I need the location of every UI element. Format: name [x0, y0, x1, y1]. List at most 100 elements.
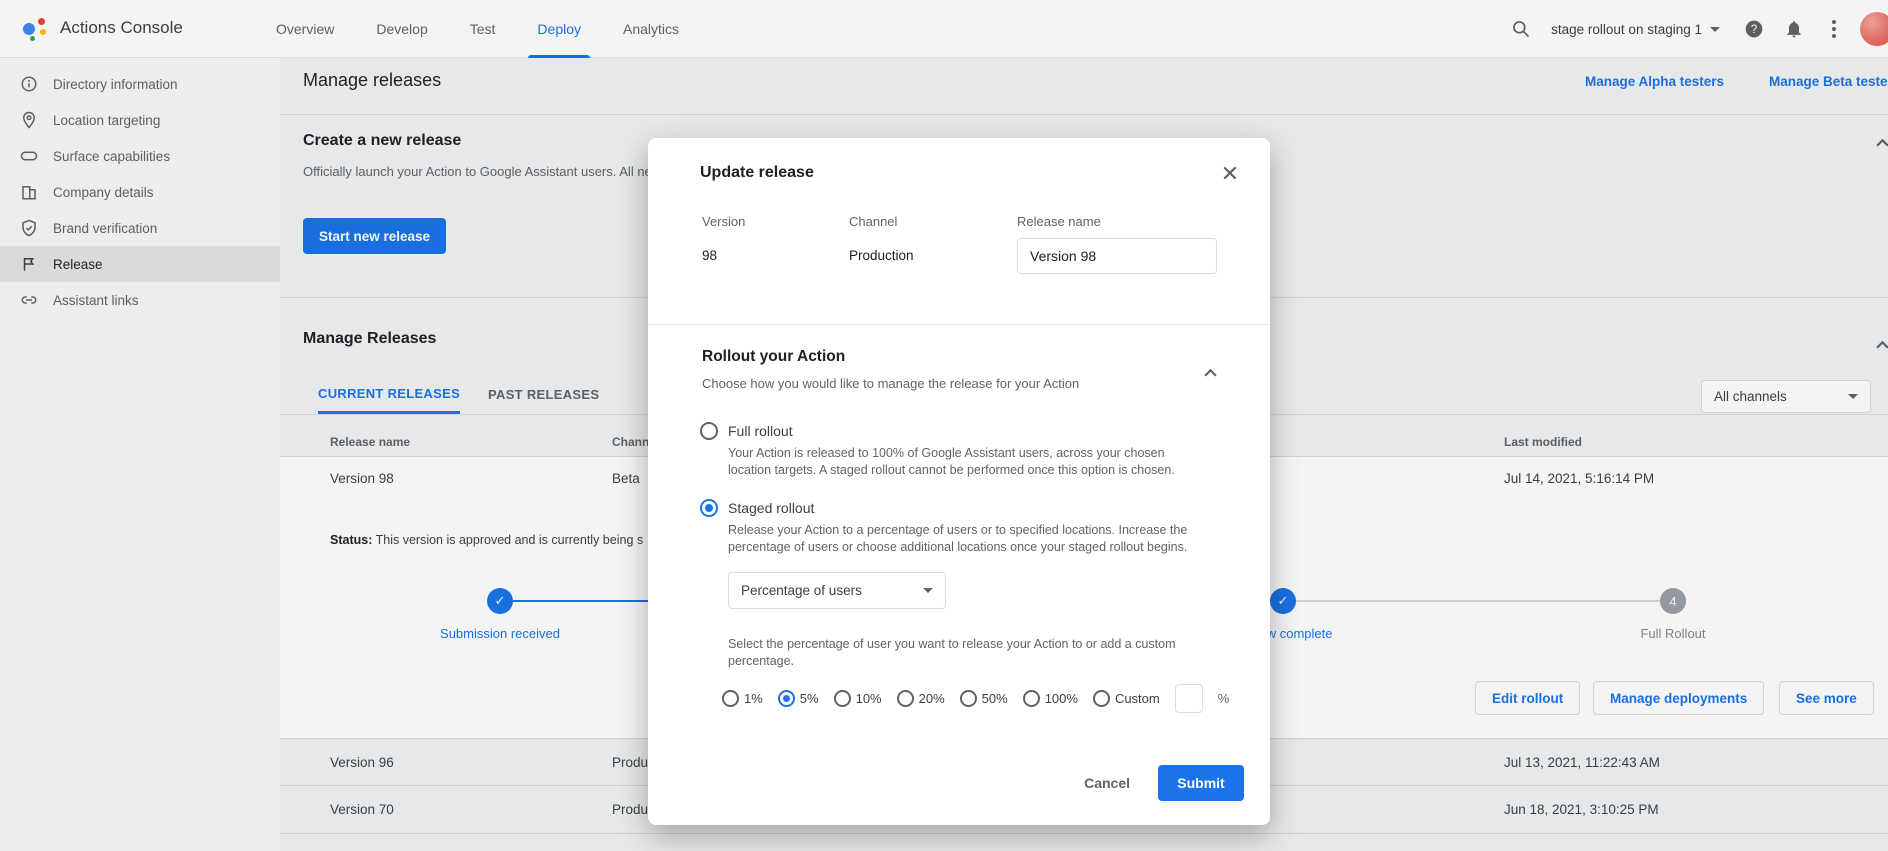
channel-value: Production: [849, 248, 914, 263]
percent-custom-radio[interactable]: [1093, 690, 1110, 707]
channel-cell: Beta: [612, 471, 640, 486]
percent-50-radio[interactable]: [960, 690, 977, 707]
percentage-help-text: Select the percentage of user you want t…: [728, 636, 1220, 670]
cancel-button[interactable]: Cancel: [1084, 775, 1130, 791]
sidebar-item-label: Brand verification: [53, 221, 157, 236]
status-text: This version is approved and is currentl…: [376, 533, 644, 547]
version-label: Version: [702, 214, 745, 229]
capsule-icon: [20, 147, 38, 165]
sidebar-item-release[interactable]: Release: [0, 246, 280, 282]
percent-5-radio[interactable]: [778, 690, 795, 707]
release-name-cell: Version 96: [330, 755, 394, 770]
release-name-label: Release name: [1017, 214, 1101, 229]
tab-analytics[interactable]: Analytics: [602, 0, 700, 58]
sidebar-item-label: Assistant links: [53, 293, 139, 308]
full-rollout-radio[interactable]: [700, 422, 718, 440]
percent-option-5[interactable]: 5%: [778, 690, 819, 707]
manage-deployments-button[interactable]: Manage deployments: [1593, 681, 1764, 715]
percent-option-1[interactable]: 1%: [722, 690, 763, 707]
dialog-title: Update release: [700, 164, 814, 182]
channel-label: Channel: [849, 214, 897, 229]
tab-past-releases[interactable]: PAST RELEASES: [488, 375, 599, 414]
percent-option-10[interactable]: 10%: [834, 690, 882, 707]
rollout-section-subtitle: Choose how you would like to manage the …: [702, 376, 1079, 391]
help-icon[interactable]: ?: [1734, 9, 1774, 49]
percent-option-50[interactable]: 50%: [960, 690, 1008, 707]
release-flag-icon: [20, 255, 38, 273]
step-label-full-rollout: Full Rollout: [1640, 626, 1705, 641]
sidebar-item-label: Company details: [53, 185, 154, 200]
project-selector[interactable]: stage rollout on staging 1: [1541, 11, 1734, 47]
sidebar-item-company-details[interactable]: Company details: [0, 174, 280, 210]
overflow-menu-icon[interactable]: [1814, 9, 1854, 49]
sidebar-item-location-targeting[interactable]: Location targeting: [0, 102, 280, 138]
last-modified-cell: Jun 18, 2021, 3:10:25 PM: [1504, 802, 1659, 817]
percent-option-100[interactable]: 100%: [1023, 690, 1078, 707]
column-release-name: Release name: [330, 435, 410, 449]
top-header: Actions Console Overview Develop Test De…: [0, 0, 1888, 58]
percent-option-custom[interactable]: Custom: [1093, 690, 1160, 707]
rollout-mode-select[interactable]: Percentage of users: [728, 572, 946, 609]
manage-releases-title: Manage Releases: [303, 330, 436, 348]
step-number-circle: 4: [1660, 588, 1686, 614]
start-new-release-button[interactable]: Start new release: [303, 218, 446, 254]
staged-rollout-radio[interactable]: [700, 499, 718, 517]
release-name-cell: Version 98: [330, 471, 394, 486]
manage-beta-testers-link[interactable]: Manage Beta testers: [1769, 74, 1888, 89]
sidebar-item-directory-information[interactable]: Directory information: [0, 66, 280, 102]
percent-100-radio[interactable]: [1023, 690, 1040, 707]
percent-option-20[interactable]: 20%: [897, 690, 945, 707]
percent-10-radio[interactable]: [834, 690, 851, 707]
header-actions: stage rollout on staging 1 ?: [1501, 0, 1888, 58]
tab-develop[interactable]: Develop: [355, 0, 448, 58]
sidebar-item-surface-capabilities[interactable]: Surface capabilities: [0, 138, 280, 174]
close-icon[interactable]: ✕: [1212, 156, 1248, 192]
collapse-rollout-section-icon[interactable]: [1194, 356, 1226, 388]
percent-20-radio[interactable]: [897, 690, 914, 707]
create-release-description: Officially launch your Action to Google …: [303, 164, 652, 179]
see-more-button[interactable]: See more: [1779, 681, 1874, 715]
stepper-line-pending: [1296, 600, 1660, 602]
step-label-submission-received: Submission received: [440, 626, 560, 641]
percent-1-radio[interactable]: [722, 690, 739, 707]
sidebar-item-brand-verification[interactable]: Brand verification: [0, 210, 280, 246]
staged-rollout-label[interactable]: Staged rollout: [728, 500, 814, 516]
rollout-mode-value: Percentage of users: [741, 583, 862, 598]
left-sidebar: Directory information Location targeting…: [0, 58, 280, 851]
rollout-section-title: Rollout your Action: [702, 348, 845, 366]
sidebar-item-assistant-links[interactable]: Assistant links: [0, 282, 280, 318]
chevron-down-icon: [1848, 394, 1858, 399]
notifications-bell-icon[interactable]: [1774, 9, 1814, 49]
assistant-logo-icon: [22, 15, 50, 43]
sidebar-item-label: Surface capabilities: [53, 149, 170, 164]
last-modified-cell: Jul 13, 2021, 11:22:43 AM: [1504, 755, 1660, 770]
percent-unit-label: %: [1218, 691, 1230, 706]
tab-test[interactable]: Test: [449, 0, 517, 58]
manage-alpha-testers-link[interactable]: Manage Alpha testers: [1585, 74, 1724, 89]
tab-current-releases[interactable]: CURRENT RELEASES: [318, 375, 460, 414]
search-icon[interactable]: [1501, 9, 1541, 49]
column-last-modified: Last modified: [1504, 435, 1582, 449]
submit-button[interactable]: Submit: [1158, 765, 1244, 801]
divider: [280, 114, 1888, 115]
step-check-icon: [487, 588, 513, 614]
dialog-footer: Cancel Submit: [1084, 765, 1244, 801]
custom-percent-input[interactable]: [1175, 684, 1203, 713]
collapse-manage-section-icon[interactable]: [1876, 336, 1888, 354]
edit-rollout-button[interactable]: Edit rollout: [1475, 681, 1580, 715]
tab-overview[interactable]: Overview: [255, 0, 355, 58]
link-icon: [20, 291, 38, 309]
last-modified-cell: Jul 14, 2021, 5:16:14 PM: [1504, 471, 1654, 486]
channel-filter-select[interactable]: All channels: [1701, 380, 1871, 413]
chevron-down-icon: [923, 588, 933, 593]
status-label: Status:: [330, 533, 372, 547]
building-icon: [20, 183, 38, 201]
step-check-icon: [1270, 588, 1296, 614]
user-avatar[interactable]: [1860, 12, 1888, 46]
sidebar-item-label: Location targeting: [53, 113, 160, 128]
release-name-input[interactable]: [1017, 238, 1217, 274]
collapse-create-section-icon[interactable]: [1876, 134, 1888, 152]
tab-deploy[interactable]: Deploy: [516, 0, 602, 58]
full-rollout-label[interactable]: Full rollout: [728, 423, 793, 439]
info-icon: [20, 75, 38, 93]
